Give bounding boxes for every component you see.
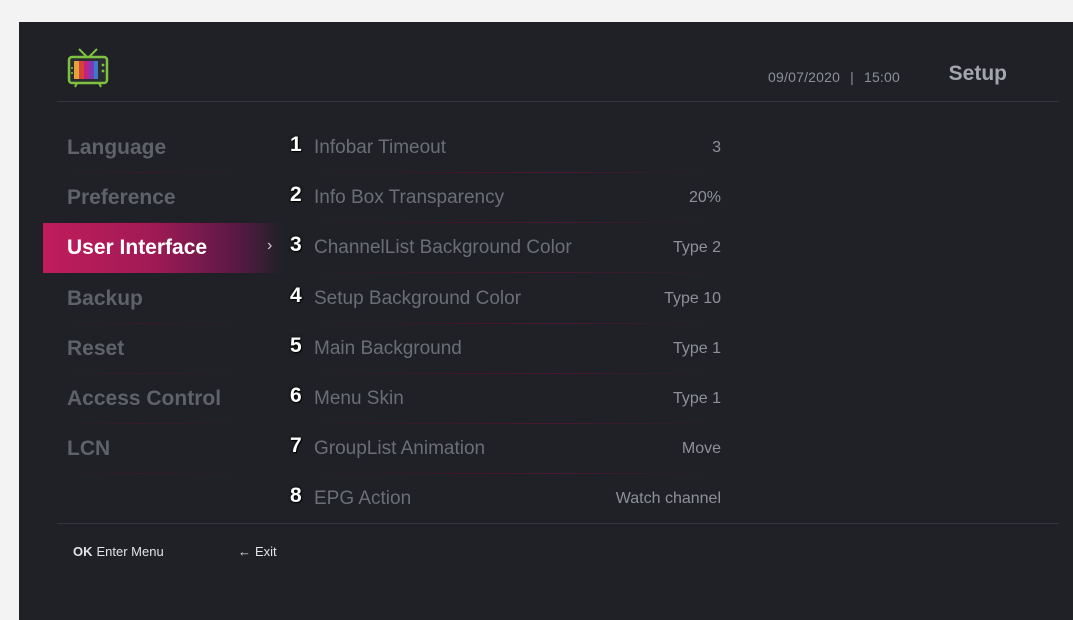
setting-label: Info Box Transparency bbox=[314, 187, 505, 208]
setting-number: 6 bbox=[290, 384, 302, 407]
retro-tv-icon bbox=[67, 48, 109, 88]
setting-number: 8 bbox=[290, 484, 302, 507]
setting-value: 20% bbox=[688, 189, 721, 206]
setting-value: Type 1 bbox=[672, 390, 721, 407]
setting-label: ChannelList Background Color bbox=[314, 237, 572, 258]
setting-number: 4 bbox=[290, 284, 302, 307]
setting-epg-action[interactable]: 8 EPG Action Watch channel bbox=[285, 474, 721, 524]
datetime-separator: | bbox=[850, 69, 854, 85]
setting-number: 2 bbox=[290, 183, 302, 206]
sidebar-item-access-control[interactable]: Access Control bbox=[43, 374, 283, 424]
time-text: 15:00 bbox=[863, 69, 900, 85]
setting-label: GroupList Animation bbox=[314, 438, 486, 459]
sidebar-item-reset[interactable]: Reset bbox=[43, 324, 283, 374]
setting-channellist-background-color[interactable]: 3 ChannelList Background Color Type 2 bbox=[285, 223, 721, 273]
setting-number: 5 bbox=[290, 334, 302, 357]
sidebar-item-lcn[interactable]: LCN bbox=[43, 424, 283, 474]
exit-hint: ← Exit bbox=[238, 544, 277, 559]
sidebar-item-label: User Interface bbox=[67, 236, 208, 259]
setting-label: Setup Background Color bbox=[314, 288, 522, 309]
page-title: Setup bbox=[948, 62, 1007, 85]
sidebar-item-label: Reset bbox=[67, 337, 125, 360]
setting-label: Infobar Timeout bbox=[314, 137, 447, 158]
header-divider bbox=[57, 101, 1059, 102]
setup-screen: 09/07/2020 | 15:00 Setup Language Preferen… bbox=[19, 22, 1073, 620]
setting-number: 3 bbox=[290, 233, 302, 256]
sidebar-item-label: Preference bbox=[67, 186, 176, 209]
datetime: 09/07/2020 | 15:00 bbox=[768, 69, 900, 85]
left-arrow-icon: ← bbox=[238, 544, 251, 559]
sidebar-item-user-interface[interactable]: User Interface bbox=[43, 223, 283, 273]
setting-value: 3 bbox=[712, 139, 721, 156]
sidebar-item-label: LCN bbox=[67, 437, 111, 460]
setting-number: 1 bbox=[290, 133, 302, 156]
setting-label: Main Background bbox=[314, 338, 462, 359]
sidebar-item-label: Backup bbox=[67, 287, 143, 310]
ok-label: Enter Menu bbox=[96, 544, 164, 559]
setting-number: 7 bbox=[290, 434, 302, 457]
ok-enter-menu-hint: OK Enter Menu bbox=[73, 544, 164, 559]
setting-main-background[interactable]: 5 Main Background Type 1 bbox=[285, 324, 721, 374]
sidebar-item-language[interactable]: Language bbox=[43, 123, 283, 173]
sidebar-item-label: Access Control bbox=[67, 387, 222, 410]
setting-value: Type 1 bbox=[672, 340, 721, 357]
ok-key: OK bbox=[73, 544, 93, 559]
setting-setup-background-color[interactable]: 4 Setup Background Color Type 10 bbox=[285, 274, 721, 324]
setting-menu-skin[interactable]: 6 Menu Skin Type 1 bbox=[285, 374, 721, 424]
date-text: 09/07/2020 bbox=[768, 69, 841, 85]
exit-label: Exit bbox=[255, 544, 277, 559]
setting-infobar-timeout[interactable]: 1 Infobar Timeout 3 bbox=[285, 123, 721, 173]
setting-value: Move bbox=[681, 440, 721, 457]
setting-grouplist-animation[interactable]: 7 GroupList Animation Move bbox=[285, 424, 721, 474]
setting-value: Type 2 bbox=[672, 239, 721, 256]
setting-label: EPG Action bbox=[314, 488, 412, 509]
sidebar-item-backup[interactable]: Backup bbox=[43, 274, 283, 324]
setting-value: Watch channel bbox=[615, 490, 721, 507]
footer-divider bbox=[57, 523, 1059, 524]
chevron-right-icon: › bbox=[267, 237, 273, 254]
setting-value: Type 10 bbox=[664, 290, 721, 307]
setting-info-box-transparency[interactable]: 2 Info Box Transparency 20% bbox=[285, 173, 721, 223]
sidebar-item-label: Language bbox=[67, 136, 167, 159]
sidebar-item-preference[interactable]: Preference bbox=[43, 173, 283, 223]
setting-label: Menu Skin bbox=[314, 388, 404, 409]
